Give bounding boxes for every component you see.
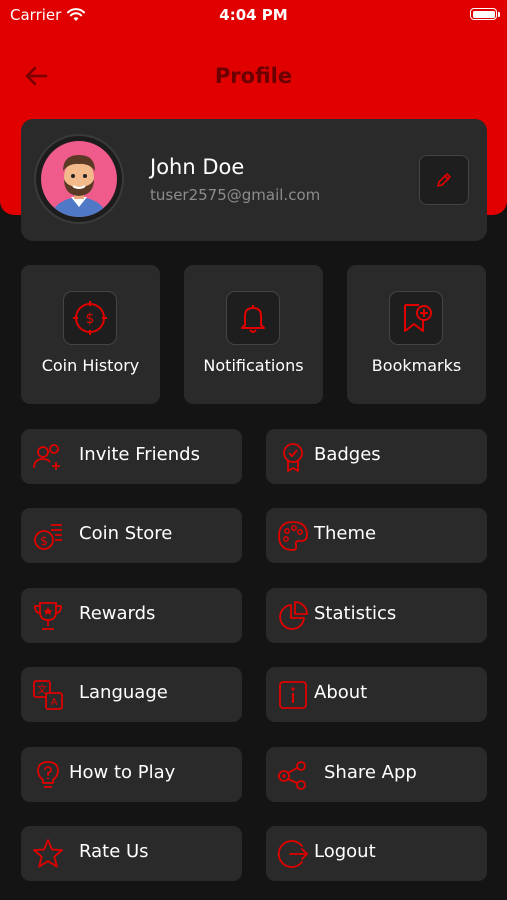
coin-history-icon: $ xyxy=(73,301,107,335)
tile-label: Bookmarks xyxy=(371,356,462,375)
invite-friends-button[interactable]: Invite Friends xyxy=(21,429,242,484)
bookmarks-tile[interactable]: Bookmarks xyxy=(347,265,486,404)
menu-label: Statistics xyxy=(314,603,397,624)
how-to-play-button[interactable]: How to Play xyxy=(21,747,242,802)
lightbulb-icon xyxy=(37,761,59,788)
notifications-tile[interactable]: Notifications xyxy=(184,265,323,404)
share-app-button[interactable]: Share App xyxy=(266,747,487,802)
rate-us-button[interactable]: Rate Us xyxy=(21,826,242,881)
menu-label: Language xyxy=(79,682,168,703)
statistics-button[interactable]: Statistics xyxy=(266,588,487,643)
invite-friends-icon xyxy=(33,444,60,470)
menu-label: How to Play xyxy=(69,762,176,783)
pencil-icon xyxy=(437,173,451,187)
avatar[interactable] xyxy=(34,134,124,224)
edit-profile-button[interactable] xyxy=(419,155,469,205)
badge-icon xyxy=(283,443,303,472)
profile-card: John Doe tuser2575@gmail.com xyxy=(21,119,487,241)
logout-icon xyxy=(277,840,308,868)
badges-button[interactable]: Badges xyxy=(266,429,487,484)
coin-store-icon: $ xyxy=(34,524,62,550)
menu-label: Theme xyxy=(314,523,377,544)
star-icon xyxy=(33,839,63,868)
page-title: Profile xyxy=(214,64,293,88)
info-icon xyxy=(279,681,307,709)
tile-label: Coin History xyxy=(41,356,140,375)
trophy-icon xyxy=(34,602,62,630)
language-icon: 文 A xyxy=(33,680,63,710)
menu-label: Invite Friends xyxy=(79,444,200,465)
coin-store-button[interactable]: $ Coin Store xyxy=(21,508,242,563)
pie-chart-icon xyxy=(279,601,308,630)
coin-history-tile[interactable]: $ Coin History xyxy=(21,265,160,404)
language-button[interactable]: 文 A Language xyxy=(21,667,242,722)
theme-button[interactable]: Theme xyxy=(266,508,487,563)
menu-label: About xyxy=(314,682,368,703)
share-icon xyxy=(278,761,306,790)
menu-label: Badges xyxy=(314,444,381,465)
menu-label: Coin Store xyxy=(79,523,173,544)
user-email: tuser2575@gmail.com xyxy=(150,186,321,204)
avatar-image xyxy=(41,141,117,217)
bookmark-icon xyxy=(404,304,432,332)
menu-label: Logout xyxy=(314,841,376,862)
user-name: John Doe xyxy=(150,155,245,179)
menu-label: Rate Us xyxy=(79,841,149,862)
tile-label: Notifications xyxy=(203,356,304,375)
svg-text:$: $ xyxy=(86,311,95,327)
svg-text:文: 文 xyxy=(37,683,47,696)
battery-icon xyxy=(470,8,500,20)
bell-icon xyxy=(241,305,265,333)
svg-text:A: A xyxy=(51,697,58,708)
svg-text:$: $ xyxy=(40,534,48,548)
rewards-button[interactable]: Rewards xyxy=(21,588,242,643)
status-time: 4:04 PM xyxy=(219,6,288,24)
about-button[interactable]: About xyxy=(266,667,487,722)
menu-label: Share App xyxy=(324,762,417,783)
palette-icon xyxy=(278,521,308,551)
menu-label: Rewards xyxy=(79,603,156,624)
status-bar: Carrier 4:04 PM xyxy=(0,0,507,30)
logout-button[interactable]: Logout xyxy=(266,826,487,881)
